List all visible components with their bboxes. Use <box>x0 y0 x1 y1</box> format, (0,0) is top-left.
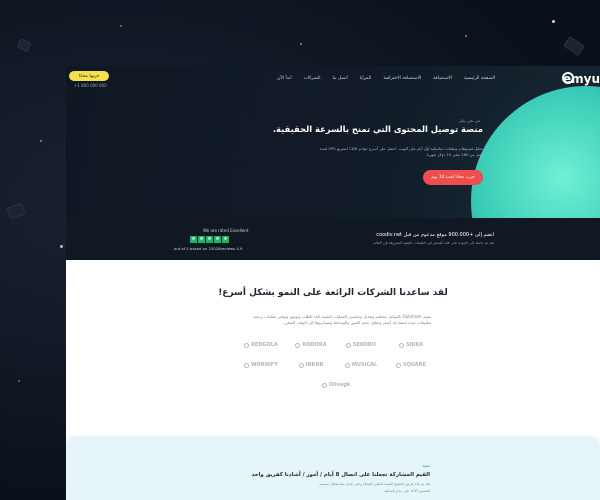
proof-subtitle: لقد تم عاملة إلى الجودة على قلة الفحص في… <box>373 241 494 245</box>
brand-mark-icon <box>344 362 350 368</box>
social-proof-bar: انضم إلى +900.000 موقع مدعوم من قبل cood… <box>66 218 600 260</box>
star-icon: ★ <box>190 236 197 243</box>
trustpilot-rating-text: We are rated Excellent <box>203 228 249 233</box>
star <box>40 140 42 142</box>
brand-mark-icon <box>244 342 250 348</box>
phone-number: +1 800 000 000 <box>74 83 107 88</box>
star-icon: ★ <box>214 236 221 243</box>
nav-link[interactable]: اتصل بنا <box>332 76 347 81</box>
star <box>18 380 20 382</box>
feature-title: القيم المشاركة تجعلنا على اتصال 8 أيام /… <box>251 472 430 478</box>
hero-cta-button[interactable]: جرب مجانا لمدة 14 يوم <box>423 170 483 185</box>
nav-link[interactable]: الاستضافة <box>433 76 452 81</box>
client-logo: WORNIFY <box>236 362 286 368</box>
nav-link[interactable]: الاستضافة الاحترافية <box>383 76 421 81</box>
star <box>120 25 122 27</box>
asteroid <box>563 35 585 57</box>
nav-cta-button[interactable]: جربها مجانا <box>69 71 109 81</box>
hero-eyebrow: من نحن بيان <box>459 118 480 123</box>
feature-text: لتحسين الأداء على مدار الساعة <box>384 489 430 493</box>
feature-badge: نشط <box>422 464 430 468</box>
star <box>300 43 302 45</box>
trustpilot-meta: out of 5 based on 25026reviews 4.9 <box>174 246 243 251</box>
star-icon: ★ <box>198 236 205 243</box>
nav-link[interactable]: الصفحة الرئيسية <box>464 76 495 81</box>
clients-title: لقد ساعدنا الشركات الرائعة على النمو بشك… <box>218 288 448 298</box>
nav-links: الصفحة الرئيسية الاستضافة الاستضافة الاح… <box>277 76 495 81</box>
brand-mark-icon <box>321 382 327 388</box>
hero-description: تحليل فيديوهات وملفات ديناميكية أول أيام… <box>319 146 483 157</box>
asteroid <box>16 37 32 53</box>
client-logo: MUSICAL <box>336 362 386 368</box>
hero-headline: منصة توصيل المحتوى التي تمنح بالسرعة الح… <box>272 124 483 134</box>
nav-link[interactable]: المزايا <box>360 76 372 81</box>
star-icon: ★ <box>206 236 213 243</box>
features-section: نشط القيم المشاركة تجعلنا على اتصال 8 أي… <box>66 436 600 500</box>
proof-title: انضم إلى +900.000 موقع مدعوم من قبل cood… <box>376 232 494 238</box>
clients-section: لقد ساعدنا الشركات الرائعة على النمو بشك… <box>66 260 600 436</box>
client-logo: SIKKA <box>386 342 436 348</box>
star <box>465 35 467 37</box>
client-logo: KODORA <box>286 342 336 348</box>
client-logo: SEKORO <box>336 342 386 348</box>
client-logo: REDGOLA <box>236 342 286 348</box>
nav-link[interactable]: الشركات <box>304 76 321 81</box>
brand-mark-icon <box>244 362 250 368</box>
client-logo: INKNR <box>286 362 336 368</box>
feature-card: نشط القيم المشاركة تجعلنا على اتصال 8 أي… <box>66 436 600 500</box>
feature-text: لقد تم بناء بغرض لتحقيق القيمة المثلى لل… <box>319 482 430 486</box>
trustpilot-stars: ★ ★ ★ ★ ★ <box>190 236 229 243</box>
brand-mark-icon <box>396 362 402 368</box>
hero-section: emyu الصفحة الرئيسية الاستضافة الاستضافة… <box>66 66 600 316</box>
client-logo: Olivegk <box>321 382 350 388</box>
client-logo: SQUARE <box>386 362 436 368</box>
nav-link[interactable]: ابدأ الآن <box>277 76 292 81</box>
brand-mark-icon <box>298 362 304 368</box>
client-logos: SIKKA SEKORO KODORA REDGOLA SQUARE MUSIC… <box>236 342 436 388</box>
clients-description: يقوم Optimizer بالتوكيل بتعظيم وتعديل وت… <box>252 314 431 325</box>
star <box>60 245 63 248</box>
top-navigation: emyu الصفحة الرئيسية الاستضافة الاستضافة… <box>66 66 600 94</box>
brand-mark-icon <box>398 342 404 348</box>
brand-mark-icon <box>345 342 351 348</box>
logo-text[interactable]: emyu <box>563 72 600 86</box>
star <box>552 20 555 23</box>
website-preview: emyu الصفحة الرئيسية الاستضافة الاستضافة… <box>66 66 600 500</box>
star-icon: ★ <box>222 236 229 243</box>
asteroid <box>6 202 26 220</box>
brand-mark-icon <box>295 342 301 348</box>
